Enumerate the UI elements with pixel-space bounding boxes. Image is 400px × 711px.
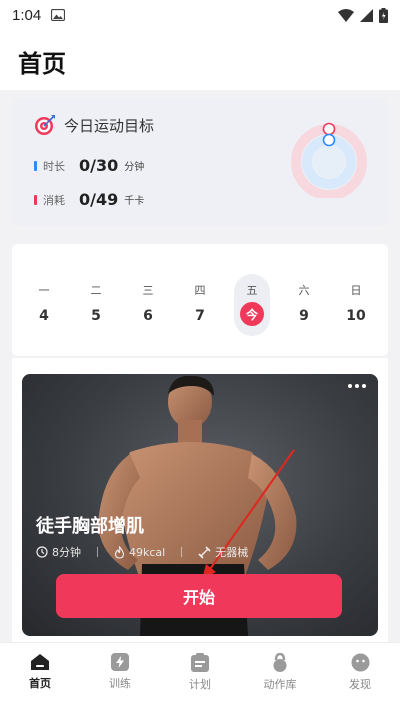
- calories-text: 49kcal: [129, 545, 166, 559]
- calories-value: 0/49: [79, 190, 119, 209]
- meta-equipment: 无器械: [198, 544, 248, 560]
- day-friday-today[interactable]: 五 今: [234, 274, 270, 336]
- tab-label: 首页: [29, 677, 51, 690]
- equipment-text: 无器械: [215, 546, 249, 559]
- signal-icon: [360, 8, 373, 22]
- more-options-button[interactable]: [348, 384, 366, 388]
- today-badge: 今: [240, 302, 264, 326]
- kettlebell-icon: [273, 653, 287, 672]
- weekday-label: 一: [38, 284, 50, 297]
- date-label: 9: [299, 308, 309, 324]
- dot: [348, 384, 352, 388]
- wifi-icon: [338, 8, 354, 22]
- day-thursday[interactable]: 四 7: [182, 274, 218, 336]
- divider: [181, 547, 183, 557]
- date-label: 6: [143, 308, 153, 324]
- week-calendar-card: 一 4 二 5 三 6 四 7 五 今 六 9 日 10: [12, 244, 388, 356]
- day-saturday[interactable]: 六 9: [286, 274, 322, 336]
- goal-header: 今日运动目标: [34, 114, 154, 136]
- duration-value: 0/30: [79, 156, 119, 175]
- divider: [97, 547, 98, 557]
- tab-exercise-library[interactable]: 动作库: [250, 653, 310, 711]
- workout-meta: 8分钟 49kcal 无器械: [36, 544, 248, 560]
- daily-goal-card[interactable]: 今日运动目标 时长 0/30 分钟 消耗 0/49 千卡: [12, 98, 388, 226]
- battery-icon: [379, 7, 388, 23]
- tab-home[interactable]: 首页: [10, 653, 70, 711]
- day-monday[interactable]: 一 4: [26, 274, 62, 336]
- weekday-label: 六: [298, 284, 310, 297]
- tab-label: 动作库: [263, 678, 297, 691]
- date-label: 4: [39, 308, 49, 324]
- day-tuesday[interactable]: 二 5: [78, 274, 114, 336]
- goal-title: 今日运动目标: [64, 116, 155, 135]
- calories-label: 消耗: [43, 193, 65, 207]
- weekday-label: 三: [142, 284, 154, 297]
- weekday-label: 四: [194, 284, 206, 297]
- weekday-label: 日: [350, 284, 362, 297]
- clipboard-icon: [191, 653, 209, 672]
- weekday-label: 二: [90, 284, 102, 297]
- tab-label: 发现: [349, 678, 371, 691]
- day-wednesday[interactable]: 三 6: [130, 274, 166, 336]
- meta-duration: 8分钟: [36, 544, 81, 560]
- calories-unit: 千卡: [124, 196, 145, 207]
- start-button[interactable]: 开始: [56, 574, 342, 618]
- date-label: 7: [195, 308, 205, 324]
- meta-calories: 49kcal: [114, 545, 166, 559]
- clock-icon: [36, 546, 48, 558]
- goal-progress-rings: [291, 122, 367, 198]
- dot: [355, 384, 359, 388]
- tab-label: 计划: [189, 678, 211, 691]
- day-sunday[interactable]: 日 10: [338, 274, 374, 336]
- week-strip: 一 4 二 5 三 6 四 7 五 今 六 9 日 10: [26, 274, 374, 336]
- lightning-icon: [111, 653, 129, 671]
- duration-indicator: [34, 160, 37, 171]
- dot: [362, 384, 366, 388]
- date-label: 5: [91, 308, 101, 324]
- tab-training[interactable]: 训练: [90, 653, 150, 711]
- goal-calories-row: 消耗 0/49 千卡: [34, 190, 144, 209]
- goal-duration-row: 时长 0/30 分钟: [34, 156, 144, 175]
- dumbbell-icon: [198, 545, 211, 559]
- workout-card[interactable]: 徒手胸部增肌 8分钟 49kcal 无器械 开始: [22, 374, 378, 636]
- weekday-label: 五: [246, 284, 258, 297]
- tab-label: 训练: [109, 677, 131, 690]
- discover-icon: [351, 653, 369, 672]
- home-icon: [31, 654, 49, 670]
- page-title: 首页: [18, 50, 66, 78]
- tab-discover[interactable]: 发现: [330, 653, 390, 711]
- status-time: 1:04: [12, 6, 42, 24]
- workout-title: 徒手胸部增肌: [36, 516, 144, 537]
- duration-label: 时长: [43, 159, 65, 173]
- status-bar: 1:04: [0, 0, 400, 30]
- duration-text: 8分钟: [52, 546, 81, 559]
- tab-plan[interactable]: 计划: [170, 653, 230, 711]
- date-label: 10: [346, 308, 366, 324]
- target-icon: [35, 115, 55, 135]
- duration-unit: 分钟: [124, 162, 145, 173]
- app-header: 首页: [0, 30, 400, 90]
- bottom-tab-bar: 首页 训练 计划 动作库 发现: [0, 642, 400, 711]
- flame-icon: [114, 545, 125, 559]
- gallery-notification-icon: [51, 9, 66, 21]
- calories-indicator: [34, 194, 37, 205]
